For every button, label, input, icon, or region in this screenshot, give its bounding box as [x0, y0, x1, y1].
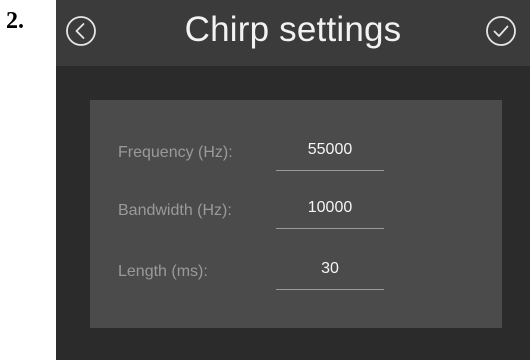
length-row: Length (ms): [90, 249, 502, 299]
confirm-button[interactable] [484, 14, 518, 48]
bandwidth-label: Bandwidth (Hz): [118, 202, 232, 219]
step-number-label: 2. [6, 8, 24, 34]
app-screen: Chirp settings Frequency (Hz): Bandwidth… [56, 0, 530, 360]
check-circle-icon [486, 16, 516, 46]
bandwidth-row: Bandwidth (Hz): [90, 188, 502, 238]
bandwidth-input[interactable] [276, 188, 384, 229]
title-bar: Chirp settings [56, 0, 530, 66]
length-label: Length (ms): [118, 263, 208, 280]
length-input[interactable] [276, 249, 384, 290]
frequency-label: Frequency (Hz): [118, 144, 233, 161]
frequency-row: Frequency (Hz): [90, 130, 502, 180]
page-title: Chirp settings [184, 10, 402, 49]
settings-panel: Frequency (Hz): Bandwidth (Hz): Length (… [90, 100, 502, 328]
frequency-input[interactable] [276, 130, 384, 171]
